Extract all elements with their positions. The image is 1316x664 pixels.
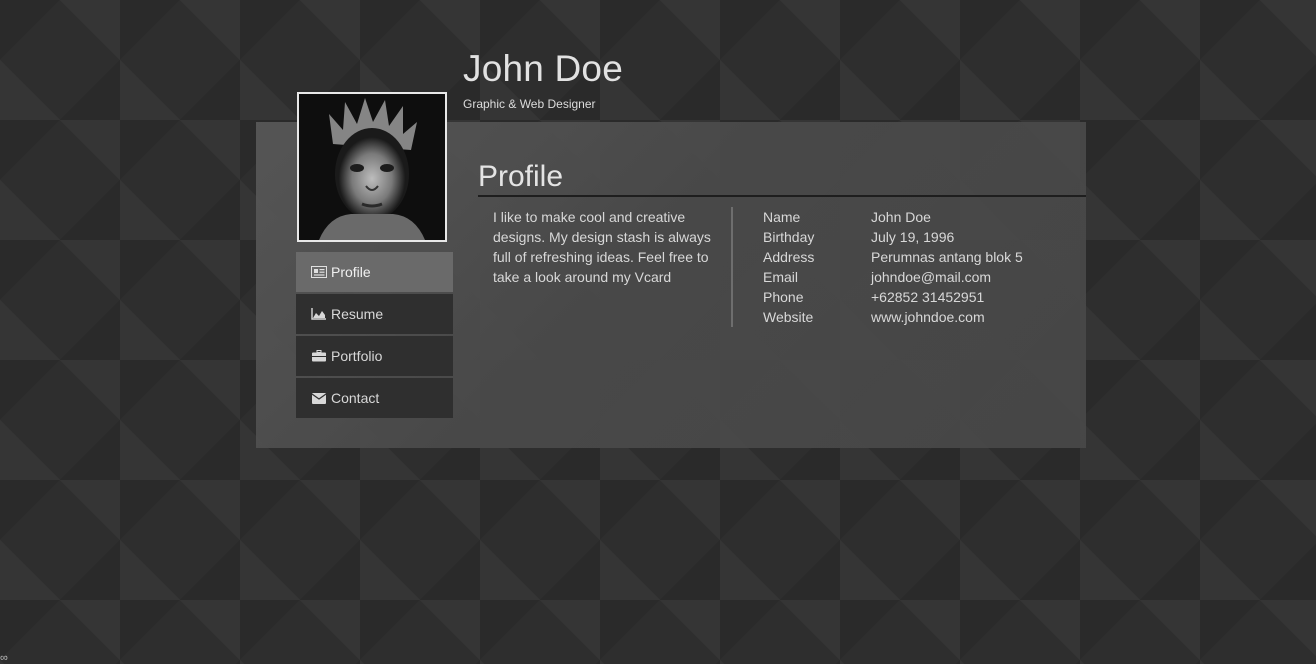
nav-item-label: Contact — [331, 390, 380, 406]
vertical-divider — [731, 207, 733, 327]
info-row-email: Email johndoe@mail.com — [763, 267, 1023, 287]
info-value: John Doe — [871, 209, 931, 225]
nav-item-profile[interactable]: Profile — [296, 252, 453, 292]
info-row-address: Address Perumnas antang blok 5 — [763, 247, 1023, 267]
info-label: Phone — [763, 289, 804, 305]
info-row-birthday: Birthday July 19, 1996 — [763, 227, 1023, 247]
info-value: Perumnas antang blok 5 — [871, 249, 1023, 265]
info-table: Name John Doe Birthday July 19, 1996 Add… — [763, 207, 1023, 327]
nav-item-resume[interactable]: Resume — [296, 294, 453, 334]
title-underline — [478, 195, 1086, 197]
info-value: +62852 31452951 — [871, 289, 985, 305]
nav-item-contact[interactable]: Contact — [296, 378, 453, 418]
bio-text: I like to make cool and creative designs… — [493, 209, 711, 285]
corner-glyph: ∞ — [0, 652, 8, 664]
info-row-website: Website www.johndoe.com — [763, 307, 1023, 327]
profile-name: John Doe — [463, 48, 623, 89]
nav-item-label: Portfolio — [331, 348, 383, 364]
briefcase-icon — [311, 349, 327, 363]
info-value: July 19, 1996 — [871, 229, 955, 245]
nav-item-label: Resume — [331, 306, 384, 322]
nav-item-portfolio[interactable]: Portfolio — [296, 336, 453, 376]
area-chart-icon — [311, 307, 327, 321]
info-label: Email — [763, 269, 799, 285]
info-label: Address — [763, 249, 815, 265]
envelope-icon — [311, 391, 327, 405]
avatar-photo — [299, 94, 445, 240]
info-label: Birthday — [763, 229, 815, 245]
profile-role: Graphic & Web Designer — [463, 97, 596, 111]
nav-item-label: Profile — [331, 264, 371, 280]
vcard-nav: Profile Resume Portfolio Contact — [296, 252, 453, 420]
info-label: Website — [763, 309, 814, 325]
info-row-phone: Phone +62852 31452951 — [763, 287, 1023, 307]
section-title: Profile — [478, 160, 564, 193]
info-value: johndoe@mail.com — [871, 269, 992, 285]
newspaper-icon — [311, 265, 327, 279]
info-value: www.johndoe.com — [871, 309, 985, 325]
info-label: Name — [763, 209, 801, 225]
avatar — [297, 92, 447, 242]
info-row-name: Name John Doe — [763, 207, 1023, 227]
